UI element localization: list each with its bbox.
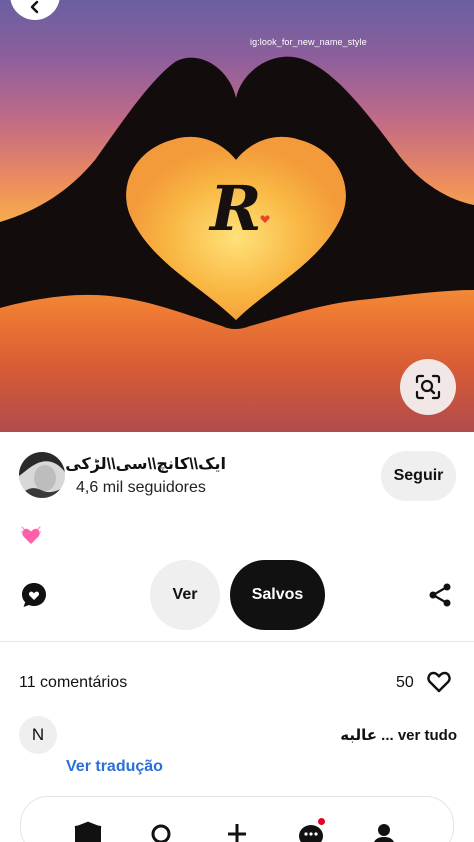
comment-text[interactable]: عالبه ... ver tudo xyxy=(300,726,457,744)
nav-home[interactable] xyxy=(68,814,108,842)
home-icon xyxy=(74,821,102,842)
pin-image[interactable]: ig:look_for_new_name_style R xyxy=(0,0,474,432)
view-button[interactable]: Ver xyxy=(150,560,220,630)
follow-button[interactable]: Seguir xyxy=(381,451,456,501)
visual-search-button[interactable] xyxy=(400,359,456,415)
saved-button[interactable]: Salvos xyxy=(230,560,325,630)
notification-dot xyxy=(318,818,325,825)
follower-count: 4,6 mil seguidores xyxy=(76,479,206,496)
small-heart-icon xyxy=(260,215,270,223)
comment-icon[interactable] xyxy=(20,581,48,609)
search-icon xyxy=(151,824,171,842)
section-divider xyxy=(0,641,474,642)
chevron-left-icon xyxy=(30,0,39,14)
action-bar: Ver Salvos xyxy=(0,560,474,630)
share-icon[interactable] xyxy=(427,582,453,608)
comment-avatar[interactable]: N xyxy=(19,716,57,754)
author-row: ایک\\کانچ\\سی\\لڑکی 4,6 mil seguidores S… xyxy=(0,432,474,522)
nav-search[interactable] xyxy=(141,814,181,842)
image-watermark: ig:look_for_new_name_style xyxy=(250,37,367,47)
profile-icon xyxy=(374,824,394,842)
nav-messages[interactable] xyxy=(291,814,331,842)
see-translation-link[interactable]: Ver tradução xyxy=(66,758,163,776)
author-name[interactable]: ایک\\کانچ\\سی\\لڑکی xyxy=(65,454,226,474)
author-avatar[interactable] xyxy=(19,452,65,498)
avatar-photo xyxy=(19,452,65,498)
nav-profile[interactable] xyxy=(364,814,404,842)
nav-create[interactable] xyxy=(217,814,257,842)
description-heart-icon xyxy=(21,526,41,544)
heart-icon[interactable] xyxy=(426,669,452,695)
image-monogram: R xyxy=(210,172,262,245)
create-icon xyxy=(228,824,246,842)
comments-count[interactable]: 11 comentários xyxy=(19,674,127,692)
bottom-nav xyxy=(0,814,474,842)
visual-search-icon xyxy=(415,374,441,400)
like-count: 50 xyxy=(396,674,414,691)
